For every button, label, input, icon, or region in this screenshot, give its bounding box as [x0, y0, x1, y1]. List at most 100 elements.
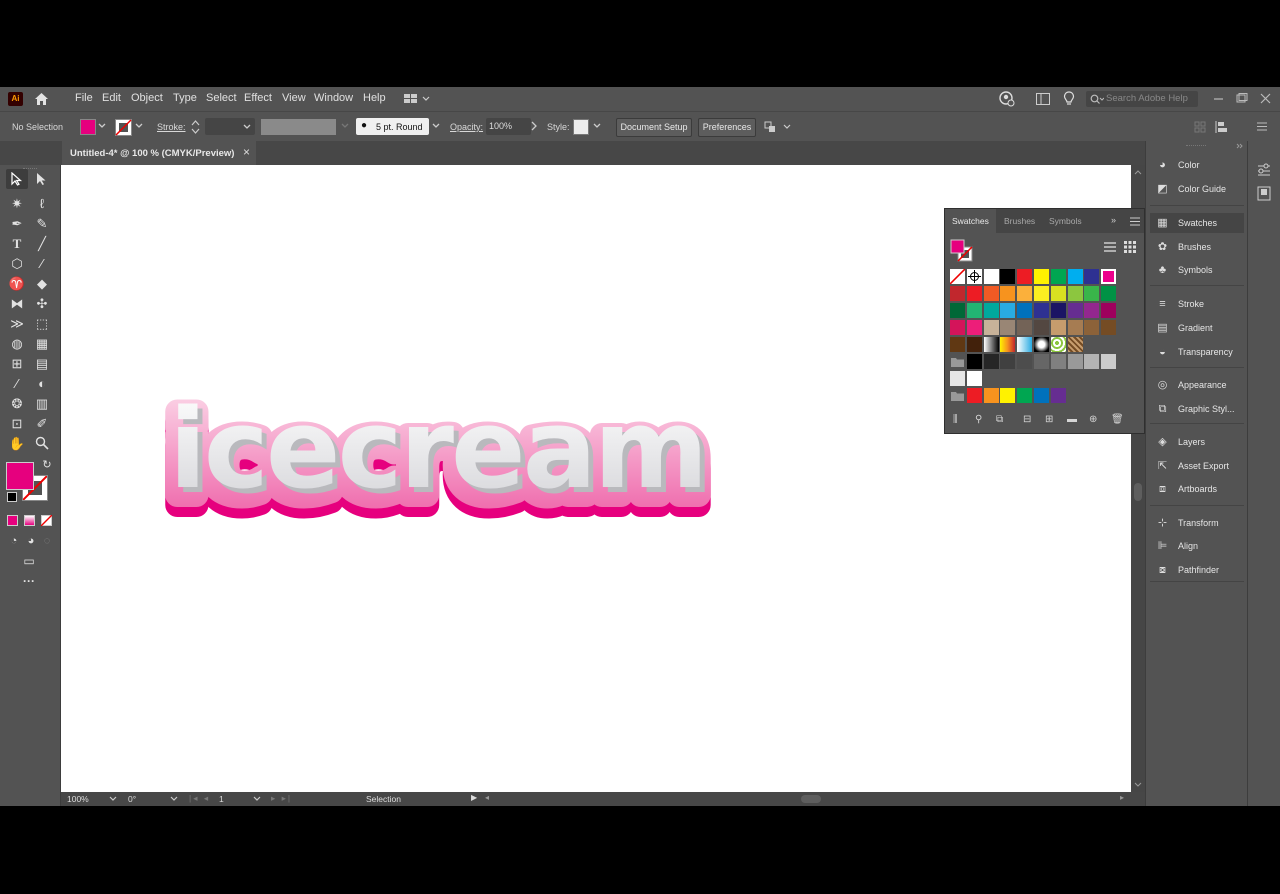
swatch[interactable]: [983, 286, 999, 301]
edit-toolbar-icon[interactable]: ···: [20, 572, 38, 590]
menu-window[interactable]: Window: [314, 92, 353, 104]
swatch[interactable]: [1067, 269, 1083, 284]
swatch[interactable]: [1034, 388, 1049, 403]
align-panel-icon[interactable]: [1214, 120, 1230, 134]
swatch[interactable]: [1000, 320, 1016, 335]
dock-item-graphic-styl[interactable]: ⧉ Graphic Styl...: [1150, 399, 1244, 419]
delete-swatch-icon[interactable]: 🗑: [1111, 414, 1124, 425]
brush-definition[interactable]: ● 5 pt. Round: [356, 118, 429, 135]
dock-item-symbols[interactable]: ♣ Symbols: [1150, 260, 1244, 280]
swatch[interactable]: [1050, 388, 1066, 403]
swatch[interactable]: [1017, 303, 1033, 318]
swatch-registration[interactable]: [966, 269, 982, 284]
artboard-number[interactable]: 1: [219, 794, 224, 804]
line-tool-icon[interactable]: ╱: [33, 235, 51, 253]
graphic-style-swatch[interactable]: [573, 119, 589, 135]
swatch[interactable]: [1050, 286, 1066, 301]
swatch-pattern[interactable]: [1050, 337, 1066, 352]
swatch[interactable]: [1000, 388, 1016, 403]
chevron-down-icon[interactable]: [253, 796, 261, 802]
chevron-right-icon[interactable]: [531, 121, 538, 131]
swatch[interactable]: [1067, 320, 1083, 335]
swatch[interactable]: [1101, 286, 1117, 301]
list-view-icon[interactable]: [1104, 241, 1116, 253]
swatch[interactable]: [1084, 320, 1100, 335]
hand-tool-icon[interactable]: ✋: [8, 435, 26, 453]
isolate-icon[interactable]: [1194, 121, 1206, 133]
tab-swatches[interactable]: Swatches: [945, 209, 996, 233]
swatch-gradient[interactable]: [1017, 337, 1033, 352]
magic-wand-tool-icon[interactable]: ✷: [8, 195, 26, 213]
swatch[interactable]: [966, 337, 982, 352]
home-icon[interactable]: [34, 92, 49, 106]
lightbulb-icon[interactable]: [1063, 91, 1075, 106]
lasso-tool-icon[interactable]: ℓ: [33, 195, 51, 213]
swatch[interactable]: [966, 320, 982, 335]
swatch[interactable]: [1067, 286, 1083, 301]
draw-inside-icon[interactable]: ◌: [38, 532, 56, 550]
artboard-nav-prev[interactable]: |◂ ◂: [189, 793, 210, 804]
swatch-selected[interactable]: [1101, 269, 1117, 284]
folder-icon[interactable]: ▬: [1067, 414, 1077, 425]
dock-item-color[interactable]: ◕ Color: [1150, 155, 1244, 175]
opacity-label[interactable]: Opacity:: [450, 122, 483, 132]
swatch[interactable]: [1017, 269, 1033, 284]
swatch[interactable]: [966, 286, 982, 301]
horizontal-scroll-thumb[interactable]: [801, 795, 821, 803]
panel-menu-icon[interactable]: [1130, 217, 1140, 226]
swatch[interactable]: [1050, 303, 1066, 318]
chevron-down-icon[interactable]: [593, 123, 601, 129]
artboard-tool-icon[interactable]: ⊡: [8, 415, 26, 433]
menu-view[interactable]: View: [282, 92, 306, 104]
zoom-level[interactable]: 100%: [67, 794, 89, 804]
swatch[interactable]: [1101, 320, 1117, 335]
swatch-none[interactable]: [949, 268, 966, 285]
collapse-dock-icon[interactable]: [1236, 143, 1244, 149]
direct-selection-tool-icon[interactable]: [35, 172, 49, 186]
mesh-tool-icon[interactable]: ⊞: [8, 355, 26, 373]
chevron-down-icon[interactable]: [341, 123, 349, 129]
swatch[interactable]: [1017, 388, 1033, 403]
stroke-label[interactable]: Stroke:: [157, 122, 186, 132]
stroke-swatch[interactable]: [115, 119, 132, 136]
swatch[interactable]: [966, 354, 982, 369]
preferences-button[interactable]: Preferences: [698, 118, 756, 137]
swatch[interactable]: [1101, 354, 1117, 369]
swatch[interactable]: [966, 388, 982, 403]
swatch[interactable]: [1067, 303, 1083, 318]
blend-tool-icon[interactable]: ◐: [33, 375, 51, 393]
shape-builder-tool-icon[interactable]: ◍: [8, 335, 26, 353]
scroll-right-icon[interactable]: ▸: [1120, 793, 1124, 802]
chevron-down-icon[interactable]: [432, 123, 440, 129]
stroke-weight-field[interactable]: [205, 118, 255, 135]
eyedropper-tool-icon[interactable]: ⁄: [8, 375, 26, 393]
swatch[interactable]: [966, 371, 982, 386]
swatch[interactable]: [1067, 354, 1083, 369]
dock-item-align[interactable]: ⊫ Align: [1150, 536, 1244, 556]
close-tab-icon[interactable]: ×: [243, 145, 250, 159]
reflect-tool-icon[interactable]: ⧓: [8, 295, 26, 313]
gradient-mode-icon[interactable]: [24, 515, 35, 526]
collapse-panel-icon[interactable]: »: [1111, 215, 1116, 225]
fill-color-box[interactable]: [6, 462, 34, 490]
slice-tool-icon[interactable]: ✐: [33, 415, 51, 433]
new-swatch-icon[interactable]: ⊕: [1089, 414, 1097, 425]
menu-effect[interactable]: Effect: [244, 92, 272, 104]
opacity-field[interactable]: 100%: [486, 118, 531, 135]
column-graph-tool-icon[interactable]: ▥: [33, 395, 51, 413]
swatch[interactable]: [1000, 269, 1016, 284]
swatch[interactable]: [983, 303, 999, 318]
swatch[interactable]: [950, 303, 965, 318]
tab-symbols[interactable]: Symbols: [1042, 209, 1089, 233]
screen-mode-icon[interactable]: ▭: [20, 552, 38, 570]
show-kinds-icon[interactable]: ⚲: [975, 414, 982, 425]
search-field[interactable]: Search Adobe Help: [1086, 91, 1198, 107]
stroke-weight-stepper[interactable]: [191, 118, 200, 136]
chevron-down-icon[interactable]: [109, 796, 117, 802]
rotation-value[interactable]: 0°: [128, 794, 136, 804]
swatch[interactable]: [1084, 354, 1100, 369]
menu-object[interactable]: Object: [131, 92, 163, 104]
document-setup-button[interactable]: Document Setup: [616, 118, 692, 137]
chevron-down-icon[interactable]: [170, 796, 178, 802]
perspective-grid-tool-icon[interactable]: ▦: [33, 335, 51, 353]
